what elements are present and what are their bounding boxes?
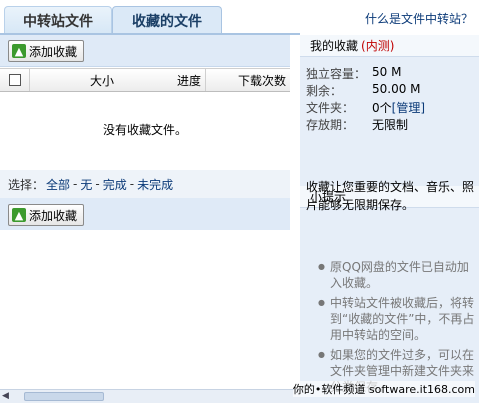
stat-row-retention: 存放期： 无限制 <box>300 116 479 133</box>
stat-row-remaining: 剩余： 50.00 M <box>300 82 479 99</box>
quota-stats: 独立容量： 50 M 剩余： 50.00 M 文件夹： 0个[管理] 存放期： … <box>300 65 479 133</box>
watermark: 你的•软件频道 software.it168.com <box>292 381 475 397</box>
select-filter-row: 选择： 全部 - 无 - 完成 - 未完成 <box>0 170 290 198</box>
tips-intro: 收藏让您重要的文档、音乐、照片能够无限期保存。 <box>306 180 475 212</box>
select-all-checkbox[interactable] <box>8 74 21 86</box>
column-progress[interactable]: 进度 <box>118 69 206 91</box>
toolbar-bottom: ▲ 添加收藏 <box>0 198 290 230</box>
folder-count: 0个 <box>372 101 392 115</box>
toolbar-top: ▲ 添加收藏 <box>0 35 290 67</box>
select-all-cell <box>0 69 30 91</box>
select-done-link[interactable]: 完成 <box>103 176 127 193</box>
separator: - <box>129 177 135 191</box>
scroll-left-icon[interactable]: ◀ <box>2 391 12 402</box>
add-favorite-button[interactable]: ▲ 添加收藏 <box>8 40 85 62</box>
tab-favorite-files[interactable]: 收藏的文件 <box>112 6 222 34</box>
stat-key: 剩余： <box>306 84 343 98</box>
stat-value: 50 M <box>372 65 402 79</box>
tab-bar: 中转站文件 收藏的文件 <box>0 0 300 34</box>
stat-value: 无限制 <box>372 118 409 132</box>
beta-tag: (内测) <box>361 39 395 53</box>
file-table-header: 大小 进度 下载次数 <box>0 68 290 92</box>
stat-key: 文件夹： <box>306 101 355 115</box>
add-favorite-button-bottom[interactable]: ▲ 添加收藏 <box>8 204 85 226</box>
stat-value: 0个[管理] <box>372 99 425 116</box>
tips-list: 原QQ网盘的文件已自动加入收藏。 中转站文件被收藏后，将转到“收藏的文件”中，不… <box>306 259 476 399</box>
manage-folders-link[interactable]: [管理] <box>392 101 425 115</box>
my-favorites-header: 我的收藏 (内测) <box>300 35 479 57</box>
select-all-link[interactable]: 全部 <box>46 176 70 193</box>
tab-transfer-files[interactable]: 中转站文件 <box>4 6 112 34</box>
my-favorites-title: 我的收藏 <box>310 39 359 53</box>
stat-key: 独立容量： <box>306 67 367 81</box>
stat-key: 存放期： <box>306 118 355 132</box>
horizontal-scrollbar[interactable]: ◀ <box>0 389 300 403</box>
separator: - <box>73 177 78 191</box>
help-link[interactable]: 什么是文件中转站？ <box>365 10 473 27</box>
add-favorite-label: 添加收藏 <box>29 208 78 223</box>
select-none-link[interactable]: 无 <box>80 176 92 193</box>
select-undone-link[interactable]: 未完成 <box>137 176 173 193</box>
stat-row-folders: 文件夹： 0个[管理] <box>300 99 479 116</box>
tip-item: 中转站文件被收藏后，将转到“收藏的文件”中，不再占用中转站的空间。 <box>306 295 476 343</box>
tip-item: 原QQ网盘的文件已自动加入收藏。 <box>306 259 476 291</box>
scrollbar-thumb[interactable] <box>24 392 104 401</box>
up-arrow-icon: ▲ <box>12 208 26 222</box>
column-downloads[interactable]: 下载次数 <box>206 69 290 91</box>
stat-row-capacity: 独立容量： 50 M <box>300 65 479 82</box>
column-size[interactable]: 大小 <box>30 69 118 91</box>
stat-value: 50.00 M <box>372 82 421 96</box>
add-favorite-label: 添加收藏 <box>29 44 78 59</box>
separator: - <box>95 177 100 191</box>
empty-message: 没有收藏文件。 <box>102 123 187 137</box>
up-arrow-icon: ▲ <box>12 44 26 58</box>
select-label: 选择： <box>8 177 45 192</box>
